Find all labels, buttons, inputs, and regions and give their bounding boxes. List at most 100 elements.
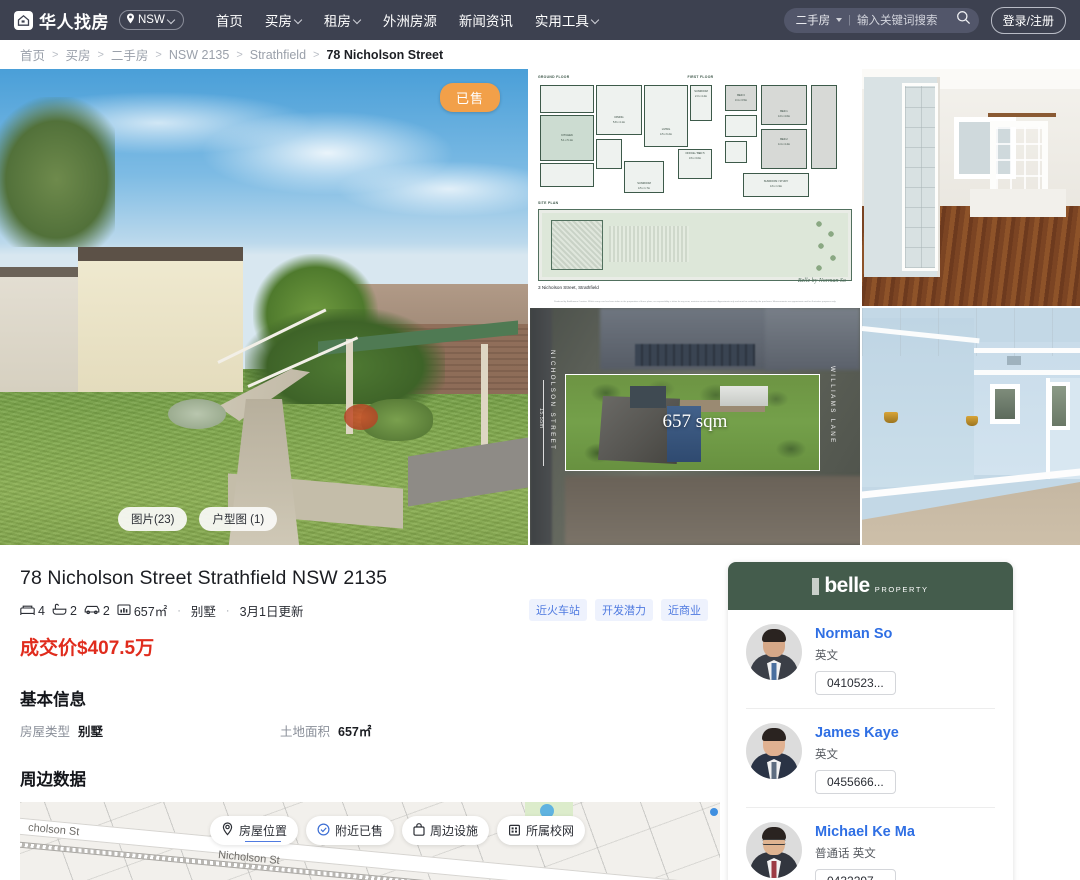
site-logo[interactable]: 华人找房 xyxy=(14,8,109,33)
breadcrumb-item-suburb[interactable]: Strathfield xyxy=(250,48,306,62)
breadcrumb-item-home[interactable]: 首页 xyxy=(20,45,45,64)
hero-photo[interactable]: 已售 图片(23) 户型图 (1) xyxy=(0,69,528,545)
flowering-shrub xyxy=(344,404,378,430)
interior-photo-sunroom[interactable] xyxy=(862,69,1080,306)
search-category[interactable]: 二手房 xyxy=(796,12,831,28)
wall-lamp xyxy=(884,412,898,423)
breadcrumb-separator: > xyxy=(313,48,320,61)
room-dining: DINING xyxy=(614,116,624,119)
breadcrumb-item-postcode[interactable]: NSW 2135 xyxy=(169,48,229,62)
room-office: OFFICE / BED 5 xyxy=(685,152,705,155)
site-plan-house xyxy=(551,220,603,270)
nav-item-interstate[interactable]: 外洲房源 xyxy=(383,10,437,30)
map-button-nearby-sold[interactable]: 附近已售 xyxy=(306,816,395,845)
floorplan-thumbnail[interactable]: GROUND FLOOR FIRST FLOOR KITCHEN 5.1 x 5… xyxy=(530,69,860,306)
info-land-area: 土地面积 657㎡ xyxy=(280,721,371,740)
gallery-tabs: 图片(23) 户型图 (1) xyxy=(118,507,278,531)
bed-icon xyxy=(20,603,35,619)
info-value: 657㎡ xyxy=(338,725,372,739)
interior-canvas xyxy=(862,69,1080,306)
aerial-canvas: 657 sqm NICHOLSON STREET WILLIAMS LANE 1… xyxy=(530,308,860,545)
floorplan-site-label: SITE PLAN xyxy=(538,201,559,205)
region-selector[interactable]: NSW xyxy=(119,10,184,30)
agent-languages: 普通话 英文 xyxy=(815,848,876,860)
spec-bathrooms-value: 2 xyxy=(69,603,77,618)
chevron-down-icon xyxy=(168,17,175,24)
room-bed2: BED 2 xyxy=(780,138,788,141)
agent-phone-button[interactable]: 0455666... xyxy=(815,770,896,794)
avatar-glasses xyxy=(762,839,786,845)
chevron-down-icon xyxy=(354,17,361,24)
ground-floor-plan: KITCHEN 5.1 x 5.1m DINING 5.8 x 4.1m LIV… xyxy=(538,81,713,201)
tab-photos[interactable]: 图片(23) xyxy=(118,507,188,531)
aerial-photo[interactable]: 657 sqm NICHOLSON STREET WILLIAMS LANE 1… xyxy=(530,308,860,545)
login-register-button[interactable]: 登录/注册 xyxy=(990,6,1066,34)
search-icon[interactable] xyxy=(956,10,971,30)
nav-item-rent[interactable]: 租房 xyxy=(324,10,361,30)
spec-updated: 3月1日更新 xyxy=(239,605,304,619)
neighbourhood-map[interactable]: cholson St Nicholson St Nichol 房屋位置 附近已售 xyxy=(20,802,720,880)
map-filter-buttons: 房屋位置 附近已售 周边设施 所属校网 xyxy=(210,816,586,845)
site-plan-trees xyxy=(813,216,843,276)
breadcrumb-separator: > xyxy=(155,48,162,61)
agent-name[interactable]: Michael Ke Ma xyxy=(815,824,995,840)
search-input[interactable]: 输入关键词搜索 xyxy=(857,12,950,28)
picture-rail xyxy=(974,370,1080,375)
tab-floorplan[interactable]: 户型图 (1) xyxy=(199,507,278,531)
interior-photo-bedroom[interactable] xyxy=(862,308,1080,545)
page-title: 78 Nicholson Street Strathfield NSW 2135 xyxy=(20,567,388,589)
search-bar[interactable]: 二手房 | 输入关键词搜索 xyxy=(783,7,979,33)
avatar xyxy=(746,723,802,779)
basic-info-grid: 房屋类型 别墅 土地面积 657㎡ xyxy=(20,721,708,740)
breadcrumb-item-buy[interactable]: 买房 xyxy=(65,45,90,64)
room-sunroom2: SUNROOM xyxy=(637,182,651,185)
nav-item-home[interactable]: 首页 xyxy=(216,10,243,30)
room-sunroom-study: SUNROOM / STUDY xyxy=(763,180,789,183)
room-bed3: BED 3 xyxy=(737,94,745,97)
room-sunroom-dim: 2.3 x 4.4m xyxy=(694,95,708,98)
frontage-dimension-label: 15.55m xyxy=(538,408,544,429)
avatar-hair xyxy=(762,629,786,642)
nav-item-news[interactable]: 新闻资讯 xyxy=(459,10,513,30)
map-button-label: 附近已售 xyxy=(335,824,384,838)
nav-label: 首页 xyxy=(215,14,243,29)
map-button-school-zone[interactable]: 所属校网 xyxy=(497,816,586,845)
room-bed1-dim: 4.0 x 4.6m xyxy=(777,115,791,118)
feature-tags: 近火车站 开发潜力 近商业 xyxy=(529,599,708,621)
agent-name[interactable]: James Kaye xyxy=(815,725,995,741)
nav-item-tools[interactable]: 实用工具 xyxy=(535,10,599,30)
neighbour-roof-bottom xyxy=(565,476,860,545)
breadcrumb-item-secondhand[interactable]: 二手房 xyxy=(111,45,149,64)
basic-info-heading: 基本信息 xyxy=(20,691,86,709)
sold-price: 成交价$407.5万 xyxy=(20,638,155,659)
agent-name[interactable]: Norman So xyxy=(815,626,995,642)
map-button-amenities[interactable]: 周边设施 xyxy=(402,816,490,845)
agency-brand-header: belle PROPERTY xyxy=(728,562,1013,610)
room-sunroom-study-dim: 4.6 x 1.9m xyxy=(769,185,783,188)
agent-phone-button[interactable]: 0432297... xyxy=(815,869,896,880)
lot-area-label: 657 sqm xyxy=(662,411,728,432)
location-pin-icon xyxy=(221,822,234,839)
car-icon xyxy=(84,603,100,619)
agent-phone-button[interactable]: 0410523... xyxy=(815,671,896,695)
info-key: 土地面积 xyxy=(280,725,331,739)
nav-item-buy[interactable]: 买房 xyxy=(265,10,302,30)
room-dining-dim: 5.8 x 4.1m xyxy=(612,121,626,124)
tag-near-train: 近火车站 xyxy=(529,599,587,621)
tag-development-potential: 开发潜力 xyxy=(595,599,653,621)
agent-list: Norman So 英文 0410523... James Kaye 英文 04… xyxy=(728,610,1013,880)
gallery-right-grid: GROUND FLOOR FIRST FLOOR KITCHEN 5.1 x 5… xyxy=(530,69,1080,545)
agent-row: Michael Ke Ma 普通话 英文 0432297... xyxy=(746,808,995,880)
header-right-group: 二手房 | 输入关键词搜索 登录/注册 xyxy=(783,0,1066,40)
avatar-tie xyxy=(771,861,777,878)
gallery-row-top: GROUND FLOOR FIRST FLOOR KITCHEN 5.1 x 5… xyxy=(530,69,1080,306)
spec-area-value: 657㎡ xyxy=(133,605,168,619)
map-button-location[interactable]: 房屋位置 xyxy=(210,816,299,845)
agent-info: James Kaye 英文 0455666... xyxy=(815,723,995,794)
main-house xyxy=(78,247,243,392)
avatar-tie xyxy=(771,663,777,680)
spec-separator: · xyxy=(177,604,181,617)
area-icon xyxy=(117,603,131,619)
map-button-label: 房屋位置 xyxy=(239,824,288,842)
site-plan xyxy=(538,209,852,281)
